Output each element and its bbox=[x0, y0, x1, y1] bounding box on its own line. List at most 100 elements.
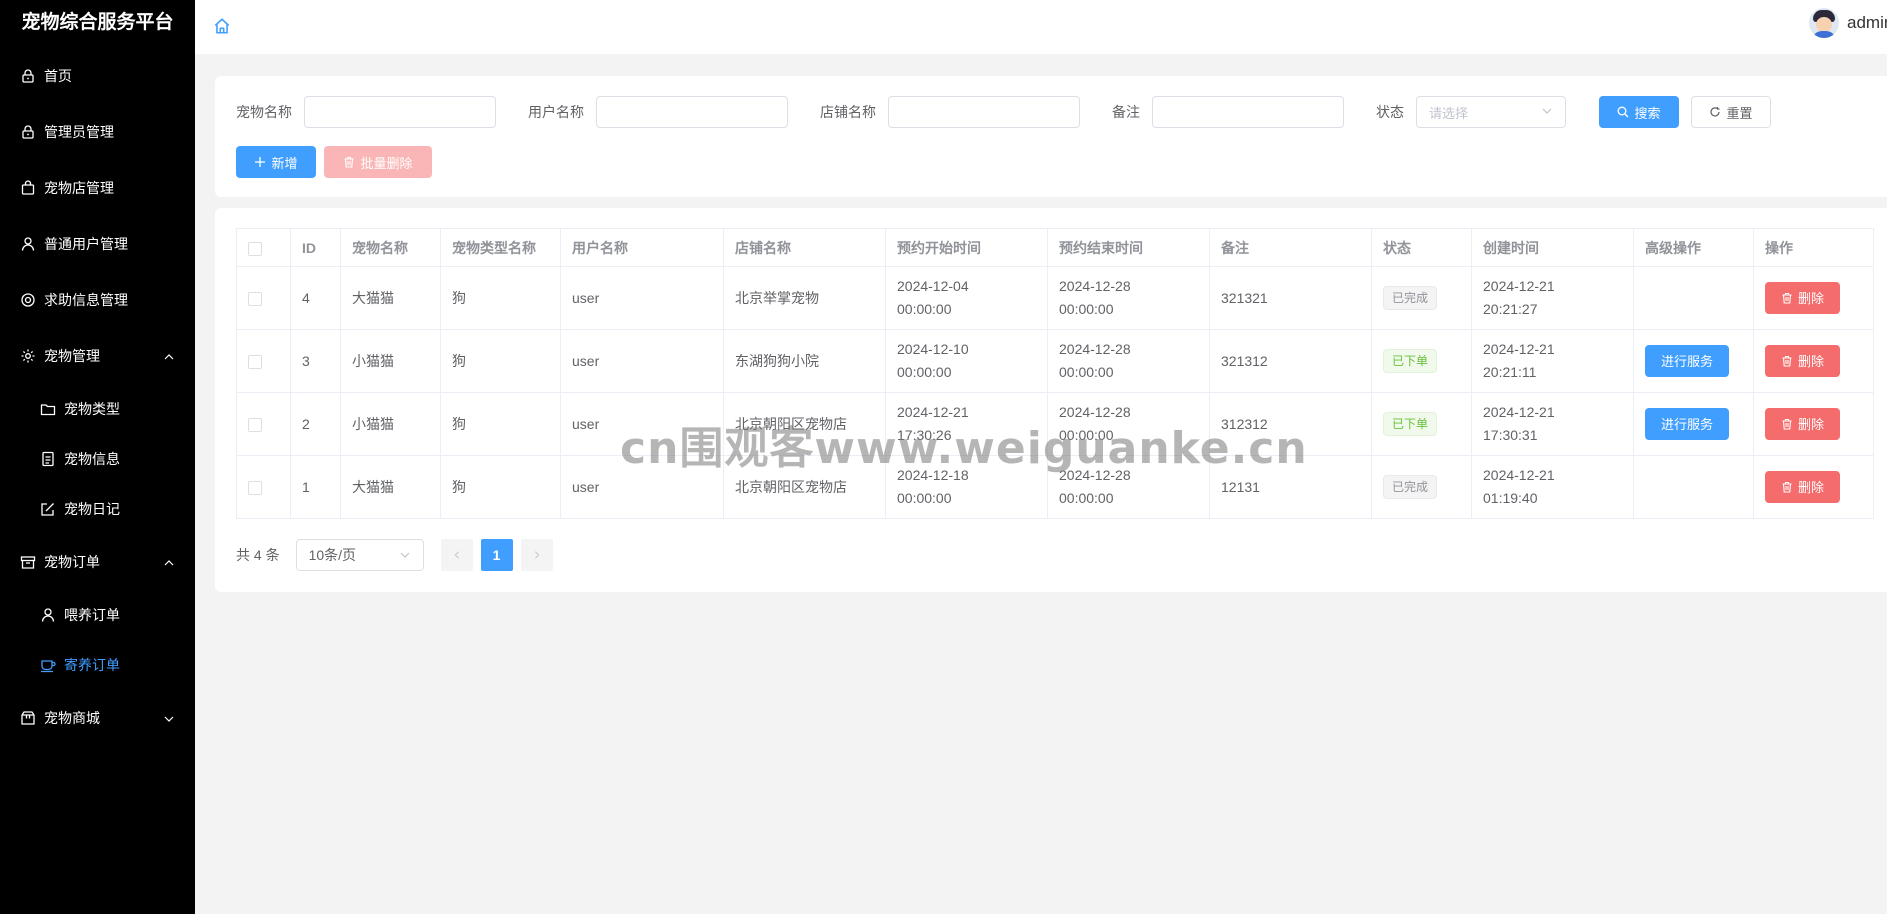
actions-cell: 删除 bbox=[1753, 455, 1874, 519]
reset-button[interactable]: 重置 bbox=[1691, 96, 1771, 128]
remark-cell: 321312 bbox=[1209, 329, 1372, 393]
remark-cell: 312312 bbox=[1209, 392, 1372, 456]
select-all-checkbox[interactable] bbox=[248, 241, 262, 256]
delete-button-label: 删除 bbox=[1798, 416, 1825, 432]
start-service-button[interactable]: 进行服务 bbox=[1645, 408, 1730, 440]
sidebar-item-2[interactable]: 宠物店管理 bbox=[0, 160, 195, 216]
column-header[interactable]: 预约开始时间 bbox=[885, 228, 1048, 267]
row-select-cell[interactable] bbox=[236, 329, 291, 393]
column-header[interactable]: 备注 bbox=[1209, 228, 1372, 267]
id-cell: 1 bbox=[290, 455, 341, 519]
sidebar-item-0[interactable]: 首页 bbox=[0, 48, 195, 104]
status-badge: 已完成 bbox=[1383, 475, 1438, 499]
user-name-input[interactable] bbox=[596, 96, 788, 128]
next-page-button[interactable] bbox=[520, 539, 553, 571]
chevron-left-icon bbox=[454, 551, 459, 559]
pet-name-cell: 大猫猫 bbox=[340, 266, 441, 330]
shop-name-cell: 北京举掌宠物 bbox=[723, 266, 886, 330]
status-cell: 已下单 bbox=[1371, 329, 1472, 393]
start-time: 17:30:26 bbox=[897, 427, 952, 443]
chevron-right-icon bbox=[534, 551, 539, 559]
sidebar-item-6[interactable]: 宠物类型 bbox=[0, 384, 195, 434]
row-checkbox[interactable] bbox=[248, 291, 262, 306]
chevron-down-icon bbox=[163, 712, 175, 724]
end-date: 2024-12-28 bbox=[1059, 467, 1131, 483]
username[interactable]: admin bbox=[1847, 13, 1887, 33]
sidebar-item-5[interactable]: 宠物管理 bbox=[0, 328, 195, 384]
search-button-label: 搜索 bbox=[1634, 105, 1661, 121]
row-checkbox[interactable] bbox=[248, 417, 262, 432]
row-checkbox[interactable] bbox=[248, 480, 262, 495]
cup-icon bbox=[40, 657, 56, 673]
column-header[interactable]: 宠物名称 bbox=[340, 228, 441, 267]
status-cell: 已完成 bbox=[1371, 455, 1472, 519]
lifebuoy-icon bbox=[20, 292, 36, 308]
column-header[interactable]: 操作 bbox=[1753, 228, 1874, 267]
row-select-cell[interactable] bbox=[236, 455, 291, 519]
sidebar-item-11[interactable]: 寄养订单 bbox=[0, 640, 195, 690]
created-time: 20:21:11 bbox=[1483, 364, 1537, 380]
sidebar-item-8[interactable]: 宠物日记 bbox=[0, 484, 195, 534]
sidebar-item-7[interactable]: 宠物信息 bbox=[0, 434, 195, 484]
delete-button[interactable]: 删除 bbox=[1765, 282, 1841, 314]
avatar[interactable] bbox=[1809, 8, 1839, 38]
sidebar-item-label: 喂养订单 bbox=[64, 607, 120, 623]
id-cell: 2 bbox=[290, 392, 341, 456]
start-time-cell: 2024-12-04 00:00:00 bbox=[885, 266, 1048, 330]
start-date: 2024-12-18 bbox=[897, 467, 969, 483]
batch-delete-button[interactable]: 批量删除 bbox=[324, 146, 432, 178]
delete-button[interactable]: 删除 bbox=[1765, 408, 1841, 440]
remark-input[interactable] bbox=[1152, 96, 1344, 128]
sidebar-item-9[interactable]: 宠物订单 bbox=[0, 534, 195, 590]
user-menu[interactable]: admin bbox=[1809, 8, 1887, 38]
actions-cell: 删除 bbox=[1753, 329, 1874, 393]
remark-label: 备注 bbox=[1112, 104, 1140, 120]
column-header[interactable]: ID bbox=[290, 228, 341, 267]
sidebar-item-1[interactable]: 管理员管理 bbox=[0, 104, 195, 160]
column-header[interactable]: 预约结束时间 bbox=[1047, 228, 1210, 267]
home-icon[interactable] bbox=[213, 17, 231, 35]
column-header[interactable]: 高级操作 bbox=[1633, 228, 1754, 267]
column-header[interactable]: 店铺名称 bbox=[723, 228, 886, 267]
sidebar-menu: 首页 管理员管理 宠物店管理 普通用户管理 求助信息管理 宠物管理 宠物类型 宠物信息 宠物日记… bbox=[0, 48, 195, 746]
lock-icon bbox=[20, 124, 36, 140]
shop-name-input[interactable] bbox=[888, 96, 1080, 128]
search-button[interactable]: 搜索 bbox=[1599, 96, 1679, 128]
pet-type-cell: 狗 bbox=[440, 392, 561, 456]
created-date: 2024-12-21 bbox=[1483, 278, 1555, 294]
row-checkbox[interactable] bbox=[248, 354, 262, 369]
column-header[interactable]: 创建时间 bbox=[1471, 228, 1634, 267]
pet-type-cell: 狗 bbox=[440, 455, 561, 519]
column-header[interactable]: 用户名称 bbox=[560, 228, 724, 267]
end-time-cell: 2024-12-28 00:00:00 bbox=[1047, 455, 1210, 519]
created-time-cell: 2024-12-21 17:30:31 bbox=[1471, 392, 1634, 456]
page-size-select[interactable]: 10条/页 bbox=[295, 539, 424, 571]
delete-button[interactable]: 删除 bbox=[1765, 345, 1841, 377]
prev-page-button[interactable] bbox=[440, 539, 473, 571]
total-count: 共 4 条 bbox=[236, 547, 280, 563]
edit-icon bbox=[40, 501, 56, 517]
folder-icon bbox=[40, 401, 56, 417]
pet-name-input[interactable] bbox=[304, 96, 496, 128]
select-all-cell[interactable] bbox=[236, 228, 291, 267]
created-date: 2024-12-21 bbox=[1483, 341, 1555, 357]
user-name-cell: user bbox=[560, 329, 724, 393]
start-service-button[interactable]: 进行服务 bbox=[1645, 345, 1730, 377]
delete-button[interactable]: 删除 bbox=[1765, 471, 1841, 503]
user-name-label: 用户名称 bbox=[528, 104, 584, 120]
row-select-cell[interactable] bbox=[236, 392, 291, 456]
add-button[interactable]: 新增 bbox=[236, 146, 316, 178]
sidebar-item-10[interactable]: 喂养订单 bbox=[0, 590, 195, 640]
sidebar-item-12[interactable]: 宠物商城 bbox=[0, 690, 195, 746]
pet-type-cell: 狗 bbox=[440, 266, 561, 330]
column-header[interactable]: 状态 bbox=[1371, 228, 1472, 267]
status-select[interactable]: 请选择 bbox=[1416, 96, 1566, 128]
user-icon bbox=[20, 236, 36, 252]
batch-delete-label: 批量删除 bbox=[360, 155, 413, 171]
trash-icon bbox=[344, 156, 354, 168]
sidebar-item-3[interactable]: 普通用户管理 bbox=[0, 216, 195, 272]
column-header[interactable]: 宠物类型名称 bbox=[440, 228, 561, 267]
page-number[interactable]: 1 bbox=[480, 539, 513, 571]
sidebar-item-4[interactable]: 求助信息管理 bbox=[0, 272, 195, 328]
row-select-cell[interactable] bbox=[236, 266, 291, 330]
